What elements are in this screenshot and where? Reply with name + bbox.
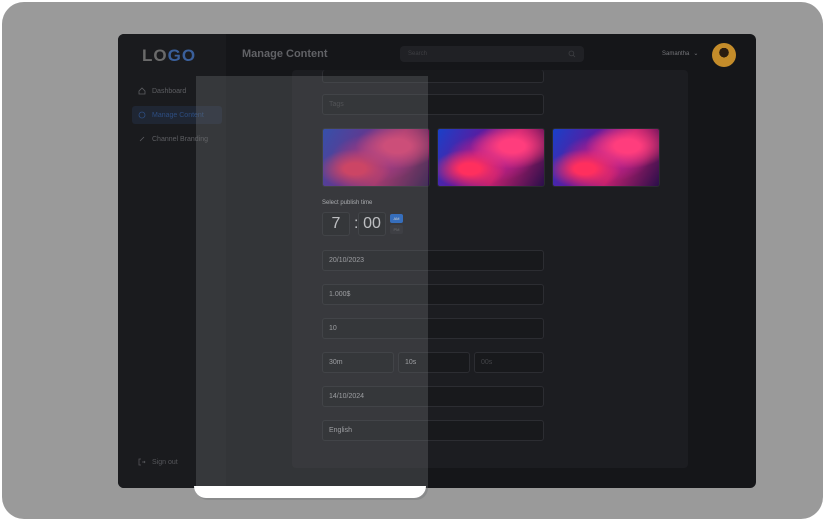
sidebar-item-label: Dashboard [152,87,187,95]
user-name: Samantha [662,50,690,57]
brush-icon [139,136,145,142]
avatar[interactable] [712,43,736,67]
content-icon [138,111,146,119]
thumbnail-2[interactable] [437,128,545,187]
home-icon [138,87,146,95]
thumbnail-3[interactable] [552,128,660,187]
logout-icon [138,458,146,466]
duration-extra-field[interactable]: 00s [474,352,544,373]
search-placeholder: Search [408,51,428,57]
signout-label: Sign out [152,458,178,466]
screen-frame: LOGO Dashboard Manage Content Channel Br… [2,2,823,519]
search-icon [568,50,576,58]
search-input[interactable]: Search [400,46,584,62]
overlay-bottom [194,486,426,498]
user-menu[interactable]: Samantha ⌄ [662,50,699,58]
logo: LOGO [142,46,197,65]
overlay-modal [196,76,428,500]
chevron-down-icon: ⌄ [693,51,699,57]
page-title: Manage Content [242,48,328,60]
signout-button[interactable]: Sign out [138,458,178,466]
